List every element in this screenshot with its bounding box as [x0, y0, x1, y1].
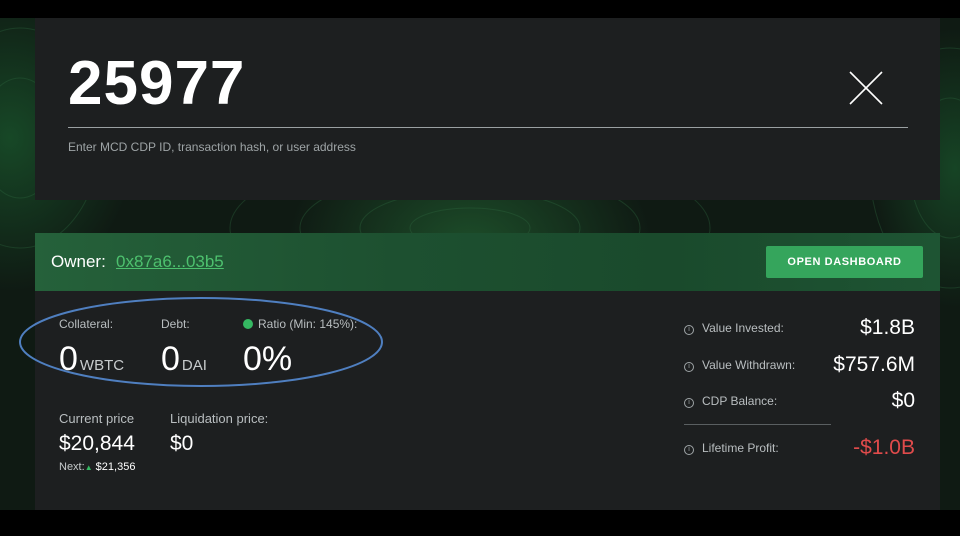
- collateral-value-group: 0 WBTC: [59, 341, 124, 384]
- collateral-unit: WBTC: [79, 357, 125, 374]
- debt-value: 0: [161, 340, 180, 378]
- current-price-label: Current price: [59, 411, 135, 426]
- search-input[interactable]: 25977: [68, 48, 245, 120]
- value-withdrawn-value: $757.6M: [833, 353, 915, 376]
- cdp-info-panel: Collateral: 0 WBTC Debt: 0 DAI Ratio (Min:…: [35, 291, 940, 510]
- ratio-label: Ratio (Min: 145%):: [258, 317, 358, 331]
- open-dashboard-button[interactable]: OPEN DASHBOARD: [766, 246, 923, 278]
- close-icon: [849, 71, 883, 105]
- next-price-label: Next:: [59, 461, 85, 473]
- next-price-row: Next:▲ $21,356: [59, 461, 135, 473]
- info-icon: i: [684, 362, 694, 372]
- collateral-value: 0: [59, 340, 78, 378]
- debt-value-group: 0 DAI: [161, 341, 207, 384]
- ratio-value: 0%: [243, 340, 293, 378]
- value-withdrawn-label: Value Withdrawn:: [702, 358, 796, 372]
- lifetime-profit-value: -$1.0B: [853, 436, 915, 459]
- search-underline: [68, 127, 908, 128]
- ratio-status-dot: [243, 319, 253, 329]
- summary-divider: [684, 424, 831, 425]
- next-price-value: $21,356: [95, 461, 136, 473]
- owner-bar: Owner: 0x87a6...03b5 OPEN DASHBOARD: [35, 233, 940, 291]
- collateral-label: Collateral:: [59, 317, 114, 331]
- owner-address-link[interactable]: 0x87a6...03b5: [116, 252, 224, 272]
- cdp-balance-value: $0: [891, 389, 915, 412]
- value-invested-label: Value Invested:: [702, 321, 784, 335]
- up-arrow-icon: ▲: [84, 463, 93, 472]
- liquidation-price-label: Liquidation price:: [170, 411, 269, 426]
- value-withdrawn-label-group[interactable]: i Value Withdrawn:: [684, 358, 795, 372]
- cdp-balance-label: CDP Balance:: [702, 394, 778, 408]
- value-invested-value: $1.8B: [860, 316, 915, 339]
- cdp-balance-label-group[interactable]: i CDP Balance:: [684, 394, 777, 408]
- search-panel: 25977 Enter MCD CDP ID, transaction hash…: [35, 18, 940, 200]
- info-icon: i: [684, 445, 694, 455]
- liquidation-price-value: $0: [170, 432, 194, 455]
- ratio-label-group: Ratio (Min: 145%):: [243, 317, 357, 331]
- info-icon: i: [684, 398, 694, 408]
- debt-unit: DAI: [181, 357, 207, 374]
- lifetime-profit-label-group[interactable]: i Lifetime Profit:: [684, 441, 779, 455]
- current-price-value: $20,844: [59, 432, 135, 455]
- debt-label: Debt:: [161, 317, 190, 331]
- search-hint: Enter MCD CDP ID, transaction hash, or u…: [68, 140, 356, 154]
- owner-label: Owner:: [51, 252, 106, 271]
- close-button[interactable]: [848, 70, 884, 106]
- info-icon: i: [684, 325, 694, 335]
- lifetime-profit-label: Lifetime Profit:: [702, 441, 779, 455]
- value-invested-label-group[interactable]: i Value Invested:: [684, 321, 784, 335]
